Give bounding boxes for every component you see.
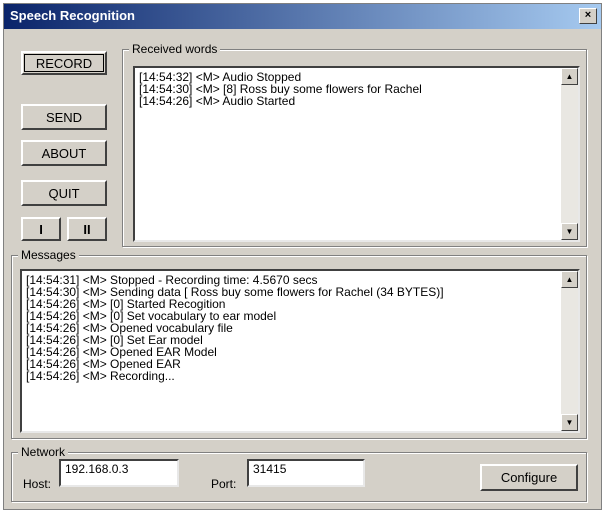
scroll-up-icon[interactable]: ▲ bbox=[561, 271, 578, 288]
scroll-down-icon[interactable]: ▼ bbox=[561, 223, 578, 240]
list-item: [14:54:26] <M> Recording... bbox=[26, 369, 175, 383]
small-button-1[interactable]: I bbox=[21, 217, 61, 241]
scroll-up-icon[interactable]: ▲ bbox=[561, 68, 578, 85]
record-button[interactable]: RECORD bbox=[21, 51, 107, 75]
list-item: [14:54:26] <M> Audio Started bbox=[139, 94, 296, 108]
small-button-2[interactable]: II bbox=[67, 217, 107, 241]
port-input[interactable]: 31415 bbox=[247, 459, 365, 487]
speech-recognition-window: Speech Recognition × RECORD SEND ABOUT Q… bbox=[3, 3, 602, 510]
messages-scrollbar[interactable]: ▲ ▼ bbox=[561, 271, 578, 431]
network-group: Network Host: 192.168.0.3 Port: 31415 Co… bbox=[11, 445, 587, 502]
received-words-label: Received words bbox=[129, 42, 221, 56]
messages-label: Messages bbox=[18, 248, 79, 262]
received-words-group: Received words [14:54:32] <M> Audio Stop… bbox=[122, 42, 587, 247]
host-label: Host: bbox=[23, 477, 52, 491]
host-input[interactable]: 192.168.0.3 bbox=[59, 459, 179, 487]
configure-button[interactable]: Configure bbox=[480, 464, 578, 491]
about-button[interactable]: ABOUT bbox=[21, 140, 107, 166]
close-button[interactable]: × bbox=[579, 8, 597, 24]
network-label: Network bbox=[18, 445, 69, 459]
scroll-down-icon[interactable]: ▼ bbox=[561, 414, 578, 431]
title-bar[interactable]: Speech Recognition × bbox=[4, 4, 601, 29]
port-label: Port: bbox=[211, 477, 237, 491]
window-title: Speech Recognition bbox=[10, 8, 135, 23]
messages-list[interactable]: [14:54:31] <M> Stopped - Recording time:… bbox=[20, 269, 580, 433]
messages-lines: [14:54:31] <M> Stopped - Recording time:… bbox=[26, 274, 444, 382]
quit-button[interactable]: QUIT bbox=[21, 180, 107, 206]
send-button[interactable]: SEND bbox=[21, 104, 107, 130]
received-words-lines: [14:54:32] <M> Audio Stopped [14:54:30] … bbox=[139, 71, 422, 107]
received-words-list[interactable]: [14:54:32] <M> Audio Stopped [14:54:30] … bbox=[133, 66, 580, 242]
received-scrollbar[interactable]: ▲ ▼ bbox=[561, 68, 578, 240]
messages-group: Messages [14:54:31] <M> Stopped - Record… bbox=[11, 248, 587, 439]
